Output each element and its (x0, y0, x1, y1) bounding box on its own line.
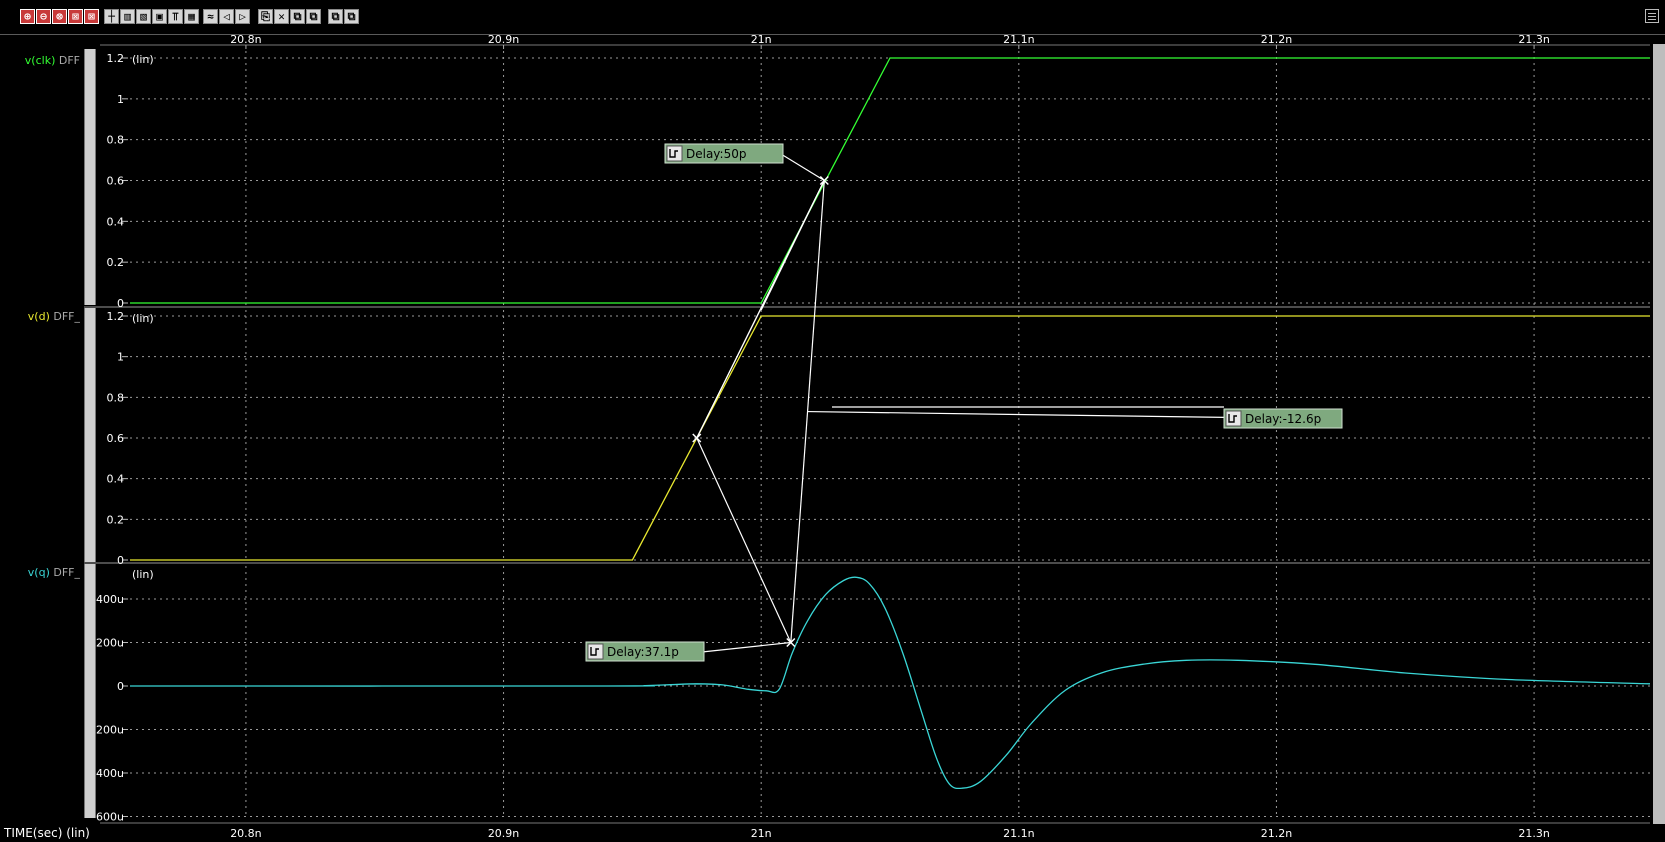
y-tick-label: 1.2 (107, 310, 125, 323)
annotation-label: Delay:50p (686, 147, 746, 161)
y-tick-label: 0.8 (107, 134, 125, 147)
y-tick-label: 0.2 (107, 513, 125, 526)
y-tick-label: 0.6 (107, 175, 125, 188)
y-tick-label: 0.8 (107, 391, 125, 404)
y-tick-label: -200u (92, 724, 124, 737)
panel-y-scrollbar[interactable] (84, 564, 96, 818)
x-tick-label-top: 21.1n (1003, 33, 1034, 46)
y-tick-label: -600u (92, 811, 124, 824)
waveform-plot: 20.8n 20.8n 20.9n 20.9n 21n 21n 21.1n 21.1n 21.2… (84, 33, 1651, 840)
measure-line (696, 437, 792, 643)
x-tick-label-top: 21.2n (1261, 33, 1292, 46)
y-tick-label: 1.2 (107, 52, 125, 65)
trace-q (129, 576, 1651, 790)
y-tick-label: 1 (117, 351, 124, 364)
delay-annotation: Delay:-12.6p (1223, 408, 1343, 429)
x-tick-label-top: 21n (751, 33, 772, 46)
x-axis-label: TIME(sec) (lin) (4, 826, 90, 840)
x-tick-label-top: 20.9n (488, 33, 519, 46)
y-tick-label: 0 (117, 554, 124, 567)
delay-annotation: Delay:37.1p (585, 641, 705, 662)
y-tick-label: 0 (117, 680, 124, 693)
x-tick-label-top: 21.3n (1518, 33, 1549, 46)
y-tick-label: 1 (117, 93, 124, 106)
y-unit-label: (lin) (132, 312, 154, 325)
x-tick-label-bottom: 20.8n (230, 827, 261, 840)
panel-y-scrollbar[interactable] (84, 308, 96, 562)
y-tick-label: 0.2 (107, 256, 125, 269)
annotation-leader (780, 153, 825, 182)
x-tick-label-bottom: 21.1n (1003, 827, 1034, 840)
y-tick-label: 0.4 (107, 215, 125, 228)
x-tick-label-top: 20.8n (230, 33, 261, 46)
annotation-leader (701, 641, 791, 653)
y-tick-label: 200u (96, 637, 124, 650)
delay-annotation: Delay:50p (664, 143, 784, 164)
measure-line (696, 180, 825, 439)
x-tick-label-bottom: 21n (751, 827, 772, 840)
annotation-label: Delay:37.1p (607, 645, 679, 659)
x-tick-label-bottom: 21.2n (1261, 827, 1292, 840)
annotation-label: Delay:-12.6p (1245, 412, 1321, 426)
y-tick-label: 0 (117, 297, 124, 310)
panel-y-scrollbar[interactable] (84, 49, 96, 305)
y-tick-label: 400u (96, 593, 124, 606)
x-tick-label-bottom: 21.3n (1518, 827, 1549, 840)
y-tick-label: 0.4 (107, 473, 125, 486)
y-tick-label: -400u (92, 767, 124, 780)
x-tick-label-bottom: 20.9n (488, 827, 519, 840)
y-unit-label: (lin) (132, 568, 154, 581)
y-unit-label: (lin) (132, 53, 154, 66)
y-tick-label: 0.6 (107, 432, 125, 445)
